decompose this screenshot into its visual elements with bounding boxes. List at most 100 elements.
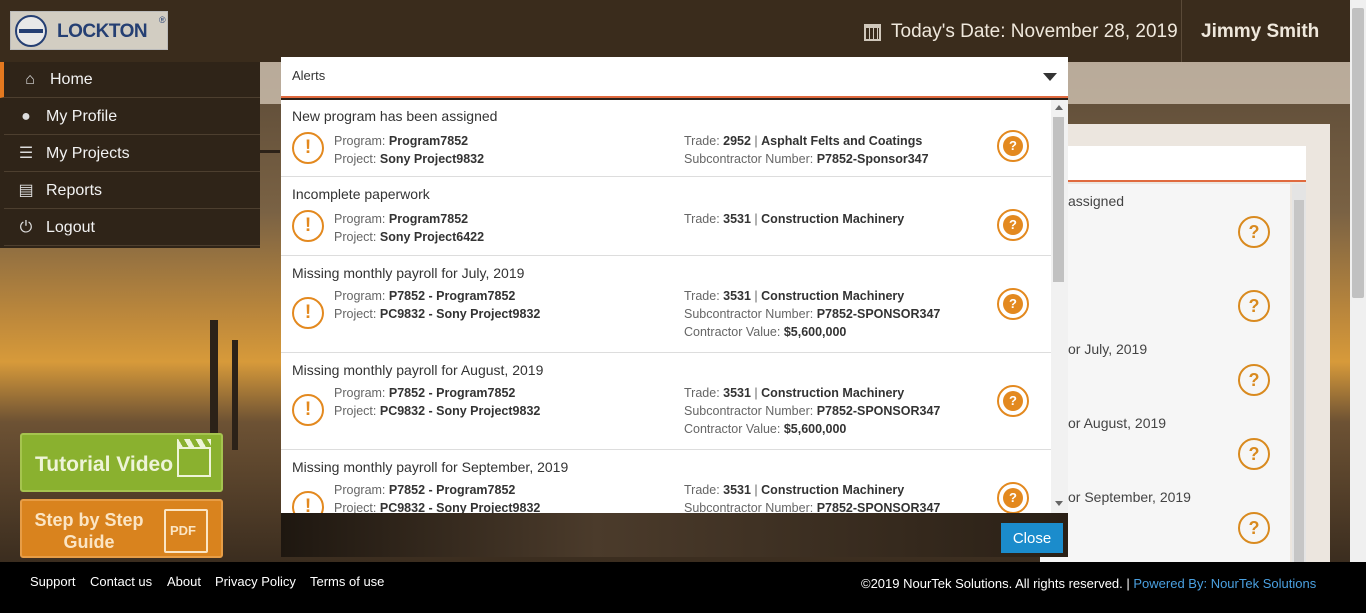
background-row-text: assigned <box>1068 193 1125 209</box>
alert-item[interactable]: Missing monthly payroll for September, 2… <box>281 451 1051 513</box>
close-button[interactable]: Close <box>1001 523 1063 553</box>
header-divider <box>1181 0 1182 62</box>
alert-subcontractor-number: Subcontractor Number: P7852-SPONSOR347 <box>684 404 941 418</box>
alert-subcontractor-number: Subcontractor Number: P7852-Sponsor347 <box>684 152 929 166</box>
sidebar-item-logout[interactable]: ⏻ Logout <box>4 210 260 246</box>
alert-item[interactable]: Incomplete paperwork ! Program: Program7… <box>281 178 1051 256</box>
warning-icon: ! <box>292 394 324 426</box>
help-icon: ? <box>1238 438 1270 470</box>
help-icon: ? <box>1238 216 1270 248</box>
powered-by-link[interactable]: Powered By: NourTek Solutions <box>1133 576 1316 591</box>
help-icon: ? <box>1238 364 1270 396</box>
sidebar-item-label: My Projects <box>46 144 130 162</box>
top-header: LOCKTON ® Today's Date: November 28, 201… <box>0 0 1350 62</box>
warning-icon: ! <box>292 210 324 242</box>
todays-date: Today's Date: November 28, 2019 <box>864 21 1178 43</box>
footer-link-contact[interactable]: Contact us <box>90 574 152 589</box>
sidebar-item-reports[interactable]: ▤ Reports <box>4 173 260 209</box>
footer-link-terms[interactable]: Terms of use <box>310 574 384 589</box>
alerts-dropdown-header[interactable]: Alerts <box>281 57 1068 98</box>
warning-icon: ! <box>292 491 324 513</box>
alert-program: Program: Program7852 <box>334 134 469 148</box>
scroll-up-icon[interactable] <box>1055 105 1063 110</box>
alert-trade: Trade: 2952 | Asphalt Felts and Coatings <box>684 134 923 148</box>
alert-title: Missing monthly payroll for September, 2… <box>292 459 569 475</box>
alert-trade: Trade: 3531 | Construction Machinery <box>684 483 905 497</box>
background-panel-header <box>1040 146 1306 182</box>
warning-icon: ! <box>292 297 324 329</box>
sidebar-item-my-projects[interactable]: ☰ My Projects <box>4 136 260 172</box>
alert-title: Missing monthly payroll for July, 2019 <box>292 265 525 281</box>
registered-mark: ® <box>159 15 166 25</box>
alert-title: Incomplete paperwork <box>292 186 430 202</box>
alert-project: Project: Sony Project9832 <box>334 152 485 166</box>
alert-item[interactable]: Missing monthly payroll for July, 2019 !… <box>281 257 1051 353</box>
alert-contractor-value: Contractor Value: $5,600,000 <box>684 325 847 339</box>
alerts-scrollbar-thumb[interactable] <box>1053 117 1064 282</box>
alert-program: Program: P7852 - Program7852 <box>334 386 516 400</box>
warning-icon: ! <box>292 132 324 164</box>
tutorial-video-label: Tutorial Video <box>35 453 174 476</box>
alerts-modal: Alerts New program has been assigned ! P… <box>281 57 1068 557</box>
help-icon[interactable]: ? <box>997 288 1029 320</box>
document-icon: ▤ <box>18 181 34 199</box>
help-icon[interactable]: ? <box>997 482 1029 513</box>
alert-item[interactable]: New program has been assigned ! Program:… <box>281 100 1051 177</box>
sidebar-nav: ⌂ Home ● My Profile ☰ My Projects ▤ Repo… <box>0 62 260 248</box>
background-scrollbar-thumb <box>1294 200 1304 570</box>
alert-title: New program has been assigned <box>292 108 498 124</box>
alert-title: Missing monthly payroll for August, 2019 <box>292 362 544 378</box>
lockton-logo[interactable]: LOCKTON ® <box>10 11 168 50</box>
user-name[interactable]: Jimmy Smith <box>1201 21 1319 43</box>
tutorial-video-button[interactable]: Tutorial Video <box>20 433 223 492</box>
alert-subcontractor-number: Subcontractor Number: P7852-SPONSOR347 <box>684 307 941 321</box>
copyright: ©2019 NourTek Solutions. All rights rese… <box>861 576 1316 591</box>
copyright-text: ©2019 NourTek Solutions. All rights rese… <box>861 576 1134 591</box>
sidebar-item-label: Logout <box>46 218 95 236</box>
footer-link-privacy[interactable]: Privacy Policy <box>215 574 296 589</box>
caret-down-icon[interactable] <box>1043 73 1057 81</box>
globe-icon <box>15 15 47 47</box>
page-scrollbar-thumb[interactable] <box>1352 8 1364 298</box>
alert-project: Project: Sony Project6422 <box>334 230 485 244</box>
modal-title: Alerts <box>292 68 326 83</box>
sidebar-item-label: My Profile <box>46 107 118 125</box>
crane-silhouette <box>210 320 218 450</box>
crane-silhouette <box>232 340 238 450</box>
scroll-down-icon[interactable] <box>1055 501 1063 506</box>
alert-contractor-value: Contractor Value: $5,600,000 <box>684 422 847 436</box>
help-icon[interactable]: ? <box>997 209 1029 241</box>
alert-project: Project: PC9832 - Sony Project9832 <box>334 404 541 418</box>
alert-trade: Trade: 3531 | Construction Machinery <box>684 289 905 303</box>
sidebar-item-my-profile[interactable]: ● My Profile <box>4 99 260 135</box>
help-icon: ? <box>1238 512 1270 544</box>
help-icon: ? <box>1238 290 1270 322</box>
guide-label: Step by Step Guide <box>34 510 144 552</box>
alert-trade: Trade: 3531 | Construction Machinery <box>684 212 905 226</box>
alert-project: Project: PC9832 - Sony Project9832 <box>334 501 541 513</box>
alerts-list: New program has been assigned ! Program:… <box>281 100 1068 513</box>
list-icon: ☰ <box>18 144 34 162</box>
alert-program: Program: P7852 - Program7852 <box>334 289 516 303</box>
power-icon: ⏻ <box>19 218 33 236</box>
alert-subcontractor-number: Subcontractor Number: P7852-SPONSOR347 <box>684 501 941 513</box>
alert-item[interactable]: Missing monthly payroll for August, 2019… <box>281 354 1051 450</box>
home-icon: ⌂ <box>25 70 35 88</box>
alert-program: Program: P7852 - Program7852 <box>334 483 516 497</box>
pdf-icon: PDF <box>164 509 208 553</box>
help-icon[interactable]: ? <box>997 130 1029 162</box>
background-row-text: or September, 2019 <box>1068 489 1191 505</box>
user-icon: ● <box>21 107 31 125</box>
footer-link-about[interactable]: About <box>167 574 201 589</box>
logo-text: LOCKTON <box>57 21 148 42</box>
alert-project: Project: PC9832 - Sony Project9832 <box>334 307 541 321</box>
sidebar-item-label: Home <box>50 70 93 88</box>
step-by-step-guide-button[interactable]: Step by Step Guide PDF <box>20 499 223 558</box>
calendar-icon <box>864 23 881 41</box>
footer-link-support[interactable]: Support <box>30 574 76 589</box>
sidebar-item-label: Reports <box>46 181 103 199</box>
sidebar-item-home[interactable]: ⌂ Home <box>0 62 260 98</box>
background-row-text: or July, 2019 <box>1068 341 1148 357</box>
date-text: Today's Date: November 28, 2019 <box>891 21 1178 42</box>
help-icon[interactable]: ? <box>997 385 1029 417</box>
